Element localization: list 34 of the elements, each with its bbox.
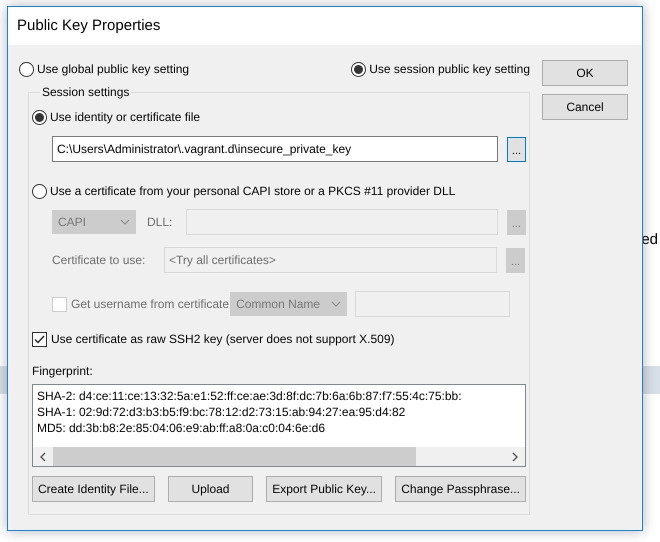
radio-button[interactable] — [19, 62, 34, 76]
window-title: Public Key Properties — [17, 16, 160, 36]
radio-button[interactable] — [32, 110, 47, 124]
action-button[interactable]: Export Public Key... — [266, 476, 382, 502]
fingerprint-line: SHA-2: d4:ce:11:ce:13:32:5a:e1:52:ff:ce:ae:3d:8f:dc:7b:6a:6b:87:f7:55:4c:75:bb: — [37, 388, 463, 404]
dialog-button[interactable]: OK — [542, 60, 628, 86]
certificate-label: Certificate to use: — [52, 252, 146, 269]
radio-button[interactable] — [32, 184, 47, 198]
fingerprint-line: MD5: dd:3b:b8:2e:85:04:06:e9:ab:ff:a8:0a:c0:04:6e:d6 — [37, 420, 326, 436]
chevron-down-icon — [331, 301, 342, 307]
action-button[interactable]: Create Identity File... — [32, 476, 155, 502]
checkbox-label: Get username from certificate — [71, 296, 230, 313]
chevron-left-icon — [39, 452, 47, 462]
chevron-right-icon — [511, 452, 519, 462]
dialog-button[interactable]: Cancel — [542, 94, 628, 120]
fingerprint-line: SHA-1: 02:9d:72:d3:b3:b5:f9:bc:78:12:d2:73:15:ab:94:27:ea:95:d4:82 — [37, 404, 406, 420]
check-icon — [34, 334, 45, 344]
chevron-down-icon — [120, 219, 130, 225]
radio-label: Use global public key setting — [37, 61, 190, 78]
action-button[interactable]: Upload — [168, 476, 253, 502]
checkbox[interactable] — [32, 332, 47, 346]
radio-button[interactable] — [351, 62, 366, 76]
group-title: Session settings — [41, 84, 130, 101]
dll-label: DLL: — [147, 214, 174, 231]
action-button[interactable]: Change Passphrase... — [395, 476, 526, 502]
radio-label: Use a certificate from your personal CAPI store or a PKCS #11 provider DLL — [50, 183, 456, 200]
radio-label: Use identity or certificate file — [50, 109, 200, 126]
checkbox-label: Use certificate as raw SSH2 key (server does not support X.509) — [51, 331, 394, 348]
browse-button[interactable]: ... — [507, 136, 526, 162]
radio-label: Use session public key setting — [369, 61, 530, 78]
horizontal-scrollbar[interactable] — [33, 447, 525, 466]
fingerprint-list[interactable]: SHA-2: d4:ce:11:ce:13:32:5a:e1:52:ff:ce:ae:3d:8f:dc:7b:6a:6b:87:f7:55:4c:75:bb: SHA-1: 02:9d:72:d3:b3:b5:f9:bc:78:12:d2:73:15:ab:94:27:ea:95:d4:82 MD5: dd:3b:b8:2e:85:04:06:e9:ab:ff:a8:0a:c0:04:6e:d6 — [32, 384, 526, 467]
fingerprint-label: Fingerprint: — [32, 363, 94, 380]
identity-file-field[interactable]: C:\Users\Administrator\.vagrant.d\insecure_private_key — [52, 136, 498, 162]
